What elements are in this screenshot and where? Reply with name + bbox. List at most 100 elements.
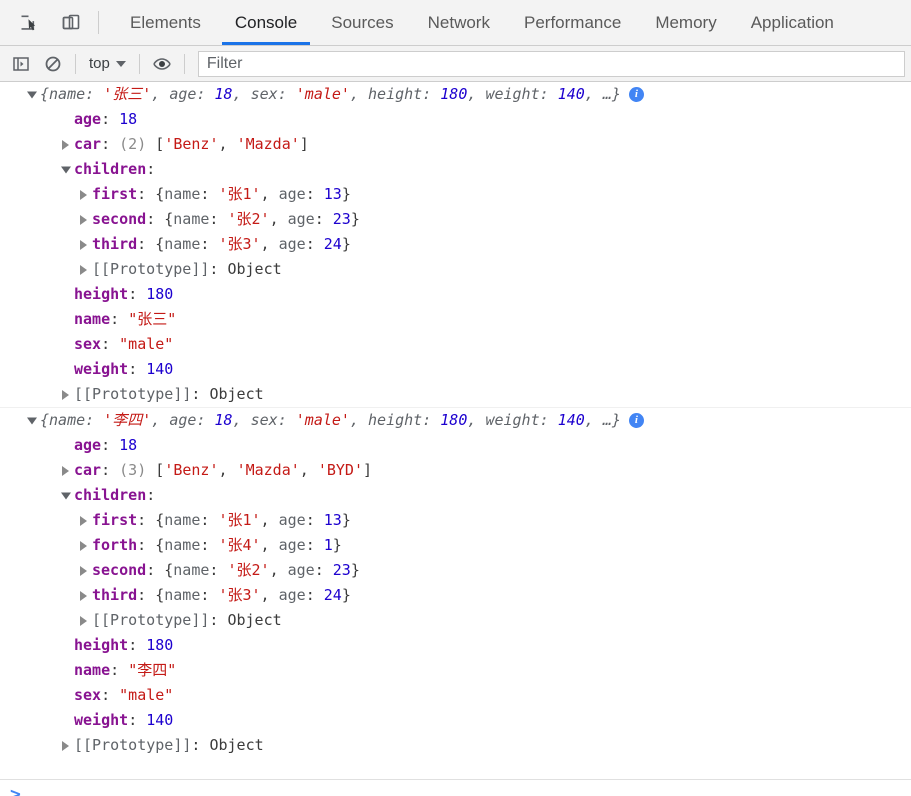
preview-key: weight xyxy=(485,85,540,103)
property-value: "李四" xyxy=(128,661,177,679)
array-item: 'Benz' xyxy=(164,135,219,153)
chevron-down-icon xyxy=(115,60,126,67)
property-row: weight: 140 xyxy=(0,708,911,733)
object-preview-row[interactable]: {name: '李四', age: 18, sex: 'male', heigh… xyxy=(0,408,911,433)
preview-key: age xyxy=(287,210,315,228)
property-value: 180 xyxy=(146,636,174,654)
property-row[interactable]: third: {name: '张3', age: 24} xyxy=(0,232,911,257)
preview-key: age xyxy=(278,586,306,604)
console-toolbar: top xyxy=(0,46,911,82)
preview-value: '张4' xyxy=(218,536,261,554)
object-preview: {name: '张三', age: 18, sex: 'male', heigh… xyxy=(40,85,621,103)
property-key: sex xyxy=(74,335,102,353)
filter-input[interactable] xyxy=(197,50,905,77)
preview-key: age xyxy=(287,561,315,579)
console-sidebar-toggle-icon[interactable] xyxy=(6,50,36,78)
tab-sources[interactable]: Sources xyxy=(314,0,410,45)
array-item: 'Benz' xyxy=(164,461,219,479)
array-length: (3) xyxy=(119,461,147,479)
property-row[interactable]: car: (3) ['Benz', 'Mazda', 'BYD'] xyxy=(0,458,911,483)
console-prompt[interactable]: > xyxy=(0,779,911,796)
preview-value: 13 xyxy=(323,185,342,203)
property-row[interactable]: [[Prototype]]: Object xyxy=(0,257,911,282)
console-input[interactable] xyxy=(21,780,911,796)
tab-label: Network xyxy=(427,12,490,32)
property-row[interactable]: [[Prototype]]: Object xyxy=(0,733,911,758)
property-row: name: "张三" xyxy=(0,307,911,332)
property-row[interactable]: first: {name: '张1', age: 13} xyxy=(0,508,911,533)
property-value: 140 xyxy=(146,711,174,729)
console-message: {name: '李四', age: 18, sex: 'male', heigh… xyxy=(0,407,911,758)
property-row[interactable]: forth: {name: '张4', age: 1} xyxy=(0,533,911,558)
prototype-value: Object xyxy=(209,385,264,403)
tab-label: Memory xyxy=(655,12,717,32)
inspect-element-icon[interactable] xyxy=(8,0,50,45)
property-value: "male" xyxy=(119,335,174,353)
array-length: (2) xyxy=(119,135,147,153)
property-row[interactable]: children: xyxy=(0,157,911,182)
property-key: sex xyxy=(74,686,102,704)
property-row[interactable]: [[Prototype]]: Object xyxy=(0,382,911,407)
preview-value: 18 xyxy=(214,85,233,103)
live-expression-eye-icon[interactable] xyxy=(147,50,177,78)
preview-key: age xyxy=(169,411,197,429)
property-key: children xyxy=(74,486,147,504)
clear-console-icon[interactable] xyxy=(38,50,68,78)
preview-value: '张三' xyxy=(103,85,152,103)
preview-key: name xyxy=(164,511,201,529)
preview-value: '李四' xyxy=(103,411,152,429)
property-value: 18 xyxy=(119,436,138,454)
object-preview: {name: '李四', age: 18, sex: 'male', heigh… xyxy=(40,411,621,429)
property-key: second xyxy=(92,210,147,228)
preview-key: age xyxy=(278,235,306,253)
tab-elements[interactable]: Elements xyxy=(113,0,218,45)
panel-tabs: Elements Console Sources Network Perform… xyxy=(113,0,851,45)
console-message: {name: '张三', age: 18, sex: 'male', heigh… xyxy=(0,82,911,407)
property-row[interactable]: third: {name: '张3', age: 24} xyxy=(0,583,911,608)
preview-key: name xyxy=(164,185,201,203)
property-row: height: 180 xyxy=(0,282,911,307)
property-row[interactable]: second: {name: '张2', age: 23} xyxy=(0,558,911,583)
tab-performance[interactable]: Performance xyxy=(507,0,638,45)
preview-value: 23 xyxy=(332,210,351,228)
prompt-chevron-icon: > xyxy=(10,783,21,796)
info-badge-icon[interactable]: i xyxy=(628,413,644,428)
tab-console[interactable]: Console xyxy=(218,0,314,45)
tab-network[interactable]: Network xyxy=(411,0,507,45)
property-key: third xyxy=(92,586,138,604)
property-row[interactable]: children: xyxy=(0,483,911,508)
preview-key: age xyxy=(278,511,306,529)
property-key: car xyxy=(74,135,102,153)
preview-value: 140 xyxy=(557,85,585,103)
property-row[interactable]: car: (2) ['Benz', 'Mazda'] xyxy=(0,132,911,157)
property-row[interactable]: first: {name: '张1', age: 13} xyxy=(0,182,911,207)
tab-memory[interactable]: Memory xyxy=(638,0,733,45)
property-row: age: 18 xyxy=(0,107,911,132)
prototype-value: Object xyxy=(209,736,264,754)
property-row[interactable]: second: {name: '张2', age: 23} xyxy=(0,207,911,232)
array-item: 'Mazda' xyxy=(236,135,300,153)
tab-label: Sources xyxy=(331,12,394,32)
preview-key: weight xyxy=(485,411,540,429)
property-key: third xyxy=(92,235,138,253)
execution-context-select[interactable]: top xyxy=(83,53,132,74)
tab-label: Console xyxy=(234,12,298,32)
preview-value: 24 xyxy=(323,586,342,604)
console-output[interactable]: {name: '张三', age: 18, sex: 'male', heigh… xyxy=(0,82,911,779)
property-row: height: 180 xyxy=(0,633,911,658)
device-toolbar-icon[interactable] xyxy=(50,0,92,45)
preview-key: sex xyxy=(250,411,278,429)
object-preview-row[interactable]: {name: '张三', age: 18, sex: 'male', heigh… xyxy=(0,82,911,107)
property-row[interactable]: [[Prototype]]: Object xyxy=(0,608,911,633)
property-key: second xyxy=(92,561,147,579)
preview-key: name xyxy=(173,210,210,228)
preview-value: 'male' xyxy=(295,411,350,429)
tab-application[interactable]: Application xyxy=(734,0,851,45)
info-badge-icon[interactable]: i xyxy=(628,87,644,102)
property-row: weight: 140 xyxy=(0,357,911,382)
array-item: 'Mazda' xyxy=(236,461,300,479)
preview-key: name xyxy=(164,586,201,604)
execution-context-value: top xyxy=(89,55,110,72)
property-key: age xyxy=(74,110,102,128)
preview-key: age xyxy=(278,185,306,203)
